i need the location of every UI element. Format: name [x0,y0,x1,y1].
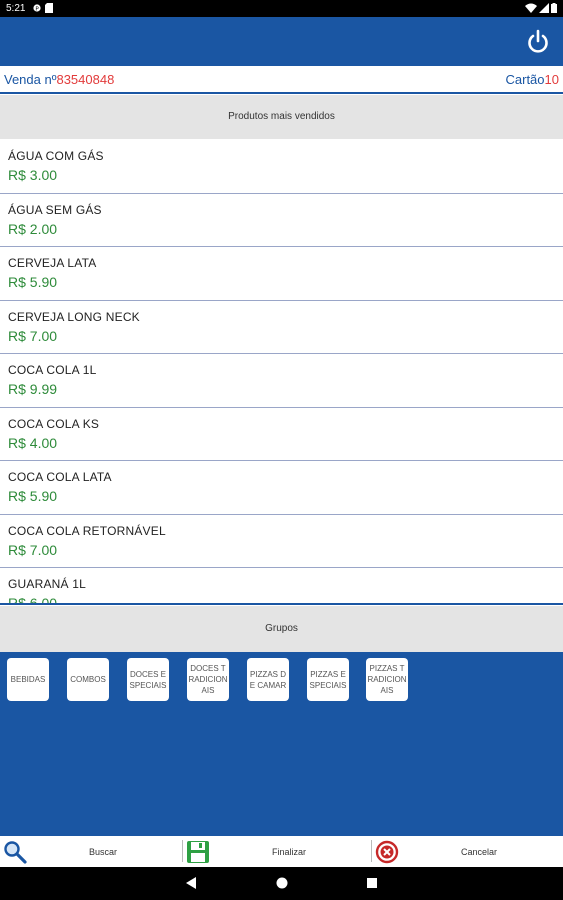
product-name: ÁGUA SEM GÁS [8,202,102,217]
list-divider [0,603,563,605]
card-number: Cartão10 [506,72,560,87]
group-button-doces-especiais[interactable]: DOCES ESPECIAIS [127,658,169,701]
groups-header: Grupos [0,606,563,652]
product-item[interactable]: COCA COLA KS R$ 4.00 [0,408,563,461]
product-item[interactable]: ÁGUA COM GÁS R$ 3.00 [0,140,563,194]
group-button-pizzas-especiais[interactable]: PIZZAS ESPECIAIS [307,658,349,701]
product-item[interactable]: CERVEJA LONG NECK R$ 7.00 [0,301,563,354]
card-number-value: 10 [544,72,559,87]
cancel-button[interactable]: Cancelar [461,847,497,857]
power-icon[interactable] [525,29,551,55]
product-name: COCA COLA LATA [8,470,112,484]
battery-icon [551,3,557,13]
product-price: R$ 7.00 [8,541,58,558]
product-item[interactable]: COCA COLA 1L R$ 9.99 [0,354,563,408]
product-name: ÁGUA COM GÁS [8,149,104,163]
status-bar: 5:21 P [0,0,563,17]
product-item[interactable]: COCA COLA LATA R$ 5.90 [0,461,563,515]
system-nav-bar [0,867,563,900]
product-price: R$ 4.00 [8,434,58,451]
group-button-bebidas[interactable]: BEBIDAS [7,658,49,701]
product-item[interactable]: GUARANÁ 1L R$ 6.00 [0,568,563,603]
product-item[interactable]: COCA COLA RETORNÁVEL R$ 7.00 [0,515,563,568]
group-button-pizzas-de-camar[interactable]: PIZZAS DE CAMAR [247,658,289,701]
wifi-icon [525,3,537,13]
product-price: R$ 5.90 [8,274,58,290]
groups-panel: BEBIDAS COMBOS DOCES ESPECIAIS DOCES TRA… [0,652,563,836]
product-item[interactable]: ÁGUA SEM GÁS R$ 2.00 [0,194,563,247]
group-button-combos[interactable]: COMBOS [67,658,109,701]
search-icon[interactable] [3,840,27,864]
sale-info-bar: Venda nº83540848 Cartão10 [0,66,563,94]
product-item[interactable]: CERVEJA LATA R$ 5.90 [0,247,563,301]
product-price: R$ 3.00 [8,167,58,183]
sale-number-value: 83540848 [56,72,115,87]
finish-button[interactable]: Finalizar [272,847,306,857]
group-button-doces-tradicionais[interactable]: DOCES TRADICIONAIS [187,658,229,701]
product-name: CERVEJA LONG NECK [8,309,140,324]
product-list[interactable]: ÁGUA COM GÁS R$ 3.00 ÁGUA SEM GÁS R$ 2.00 … [0,140,563,603]
sale-label: Venda nº [4,72,57,87]
home-icon[interactable] [276,877,288,889]
product-price: R$ 9.99 [8,381,58,397]
separator [182,840,183,862]
product-price: R$ 5.90 [8,488,58,504]
group-button-pizzas-tradicionais[interactable]: PIZZAS TRADICIONAIS [366,658,408,701]
product-name: COCA COLA 1L [8,363,97,377]
bottom-action-bar: Buscar Finalizar Cancelar [0,836,563,867]
app-bar [0,17,563,66]
search-button[interactable]: Buscar [89,847,117,857]
separator [371,840,372,862]
save-icon[interactable] [186,840,210,864]
recents-icon[interactable] [366,877,378,889]
product-name: GUARANÁ 1L [8,577,87,591]
product-name: COCA COLA KS [8,416,100,431]
status-time: 5:21 [6,3,26,14]
back-icon[interactable] [185,877,197,889]
signal-icon [539,3,549,13]
cancel-icon[interactable] [375,840,399,864]
card-label: Cartão [505,72,545,87]
product-price: R$ 6.00 [8,595,58,603]
product-name: CERVEJA LATA [8,256,97,270]
product-name: COCA COLA RETORNÁVEL [8,523,166,538]
product-price: R$ 7.00 [8,327,58,344]
sd-card-icon [45,3,53,13]
products-header: Produtos mais vendidos [0,95,563,139]
sale-number: Venda nº83540848 [4,72,114,87]
product-price: R$ 2.00 [8,220,58,237]
notification-icon: P [33,4,41,12]
